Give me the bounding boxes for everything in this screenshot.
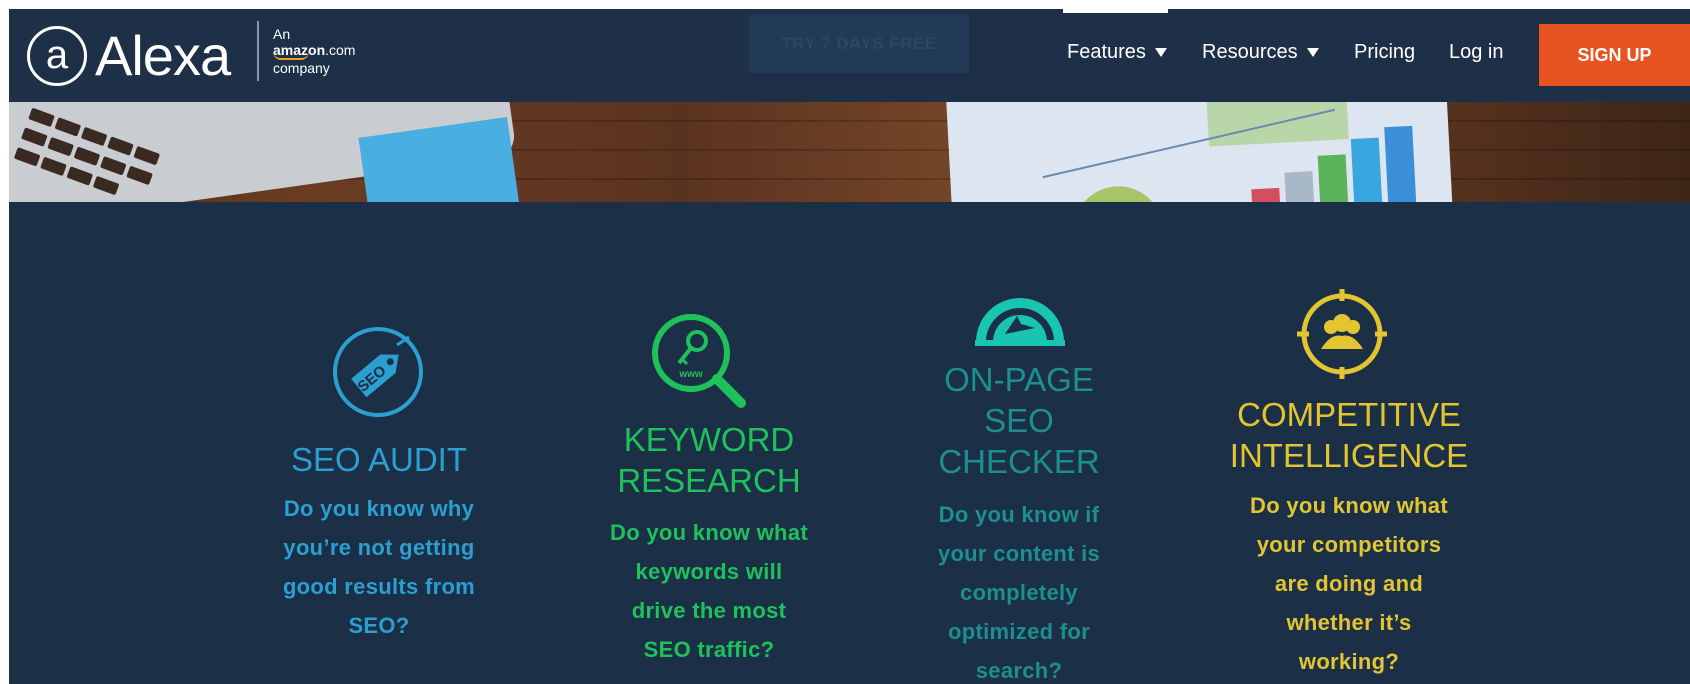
signup-button[interactable]: SIGN UP [1539,24,1690,86]
try-free-button-ghost: TRY 7 DAYS FREE [749,15,969,73]
desc-line: are doing and [1274,571,1424,596]
desc-line: optimized for [947,619,1090,644]
site-header: TRY 7 DAYS FREE a Alexa An amazon.com co… [9,9,1690,102]
nav-resources[interactable]: Resources [1202,39,1319,65]
desc-line: good results from [282,574,476,599]
desc-line: SEO? [348,613,410,638]
nav-pricing[interactable]: Pricing [1354,39,1415,65]
desc-line: search? [975,658,1063,683]
feature-description: Do you know what your competitors are do… [1199,486,1499,681]
desc-line: working? [1298,649,1400,674]
target-people-icon [1297,289,1387,379]
desc-line: Do you know why [283,496,475,521]
brand-name: Alexa [95,24,231,87]
desc-line: your content is [937,541,1101,566]
desc-line: you’re not getting [283,535,475,560]
title-line: KEYWORD [623,421,795,458]
feature-title: COMPETITIVE INTELLIGENCE [1199,394,1499,476]
www-text: www [678,369,703,380]
feature-description: Do you know why you’re not getting good … [249,489,509,645]
desc-line: Do you know what [610,520,808,545]
title-line: CHECKER [938,443,1100,480]
desc-line: keywords will [635,559,783,584]
title-line: COMPETITIVE [1237,396,1461,433]
desc-line: SEO traffic? [643,637,775,662]
caret-down-icon [1154,48,1167,58]
nav-features[interactable]: Features [1067,39,1167,65]
tagline-an: An [273,26,291,42]
page-frame: TRY 7 DAYS FREE a Alexa An amazon.com co… [9,9,1690,684]
desc-line: Do you know what [1250,493,1448,518]
feature-title: KEYWORD RESEARCH [579,419,839,501]
title-line: RESEARCH [617,462,801,499]
report-paper-image [945,102,1453,202]
desc-line: drive the most [631,598,787,623]
hero-image [9,102,1690,202]
feature-description: Do you know what keywords will drive the… [579,513,839,669]
feature-title: SEO AUDIT [249,439,509,480]
nav-login[interactable]: Log in [1449,39,1504,65]
amazon-wordmark: amazon [273,42,326,58]
feature-keyword-research[interactable]: KEYWORD RESEARCH Do you know what keywor… [579,419,839,669]
seo-tag-icon: SEO [333,327,423,417]
logo-divider [257,21,259,81]
gauge-icon [975,298,1065,346]
at-symbol-icon: a [27,26,87,86]
feature-on-page-seo-checker[interactable]: ON-PAGE SEO CHECKER Do you know if your … [909,359,1129,684]
title-line: SEO AUDIT [290,441,468,478]
desc-line: Do you know if [938,502,1100,527]
amazon-dotcom: .com [325,42,356,58]
title-line: INTELLIGENCE [1229,437,1469,474]
active-nav-indicator [1063,9,1168,13]
title-line: SEO [984,402,1054,439]
amazon-company-tagline: An amazon.com company [273,26,355,76]
desc-line: completely [960,580,1078,605]
feature-title: ON-PAGE SEO CHECKER [909,359,1129,482]
nav-features-label: Features [1067,41,1146,63]
tagline-company: company [273,60,330,76]
feature-competitive-intelligence[interactable]: COMPETITIVE INTELLIGENCE Do you know wha… [1199,394,1499,681]
caret-down-icon [1306,48,1319,58]
title-line: ON-PAGE [944,361,1094,398]
desc-line: whether it’s [1286,610,1412,635]
tagline-amazon: amazon.com [273,42,355,58]
desc-line: your competitors [1256,532,1442,557]
alexa-logo[interactable]: a Alexa [27,21,231,91]
feature-seo-audit[interactable]: SEO AUDIT Do you know why you’re not get… [249,439,509,645]
keyword-magnifier-icon: www [652,314,746,408]
nav-resources-label: Resources [1202,41,1298,63]
feature-description: Do you know if your content is completel… [909,495,1129,684]
